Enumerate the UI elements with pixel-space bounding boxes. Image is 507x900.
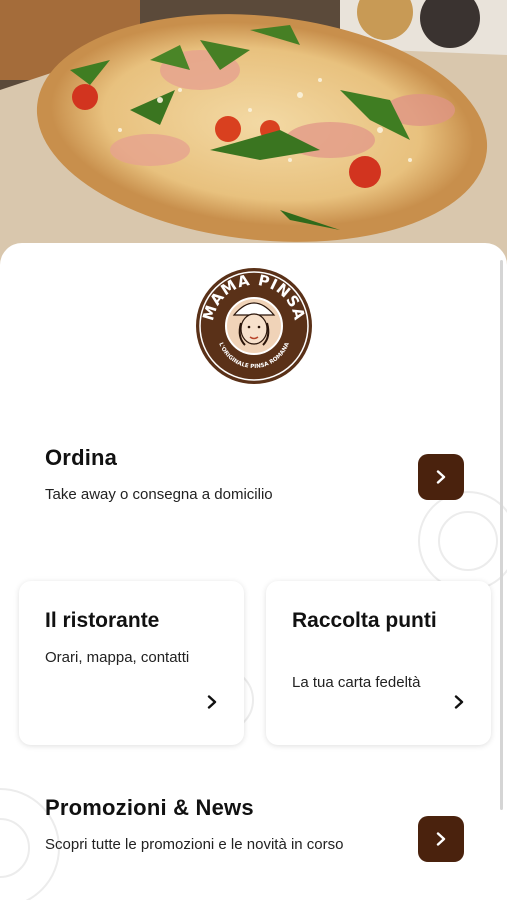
hero-image: [0, 0, 507, 275]
scrollbar[interactable]: [500, 260, 503, 810]
order-title[interactable]: Ordina: [45, 445, 117, 471]
loyalty-card[interactable]: Raccolta punti La tua carta fedeltà: [266, 581, 491, 745]
order-button[interactable]: [418, 454, 464, 500]
restaurant-card[interactable]: Il ristorante Orari, mappa, contatti: [19, 581, 244, 745]
chevron-right-icon: [207, 695, 217, 709]
decorative-ring: [438, 511, 498, 571]
order-subtitle: Take away o consegna a domicilio: [45, 486, 273, 503]
chevron-right-icon: [436, 832, 446, 846]
chevron-right-icon: [436, 470, 446, 484]
chevron-right-icon: [454, 695, 464, 709]
content-sheet: MAMA PINSA L'ORIGINALE PINSA ROMANA Ordi…: [0, 243, 507, 900]
promo-button[interactable]: [418, 816, 464, 862]
promo-title[interactable]: Promozioni & News: [45, 795, 254, 821]
restaurant-card-title: Il ristorante: [45, 609, 160, 632]
promo-subtitle: Scopri tutte le promozioni e le novità i…: [45, 836, 344, 853]
restaurant-card-subtitle: Orari, mappa, contatti: [45, 649, 190, 666]
loyalty-card-title: Raccolta punti: [292, 609, 437, 632]
brand-logo: MAMA PINSA L'ORIGINALE PINSA ROMANA: [194, 266, 314, 386]
loyalty-card-subtitle: La tua carta fedeltà: [292, 674, 421, 691]
